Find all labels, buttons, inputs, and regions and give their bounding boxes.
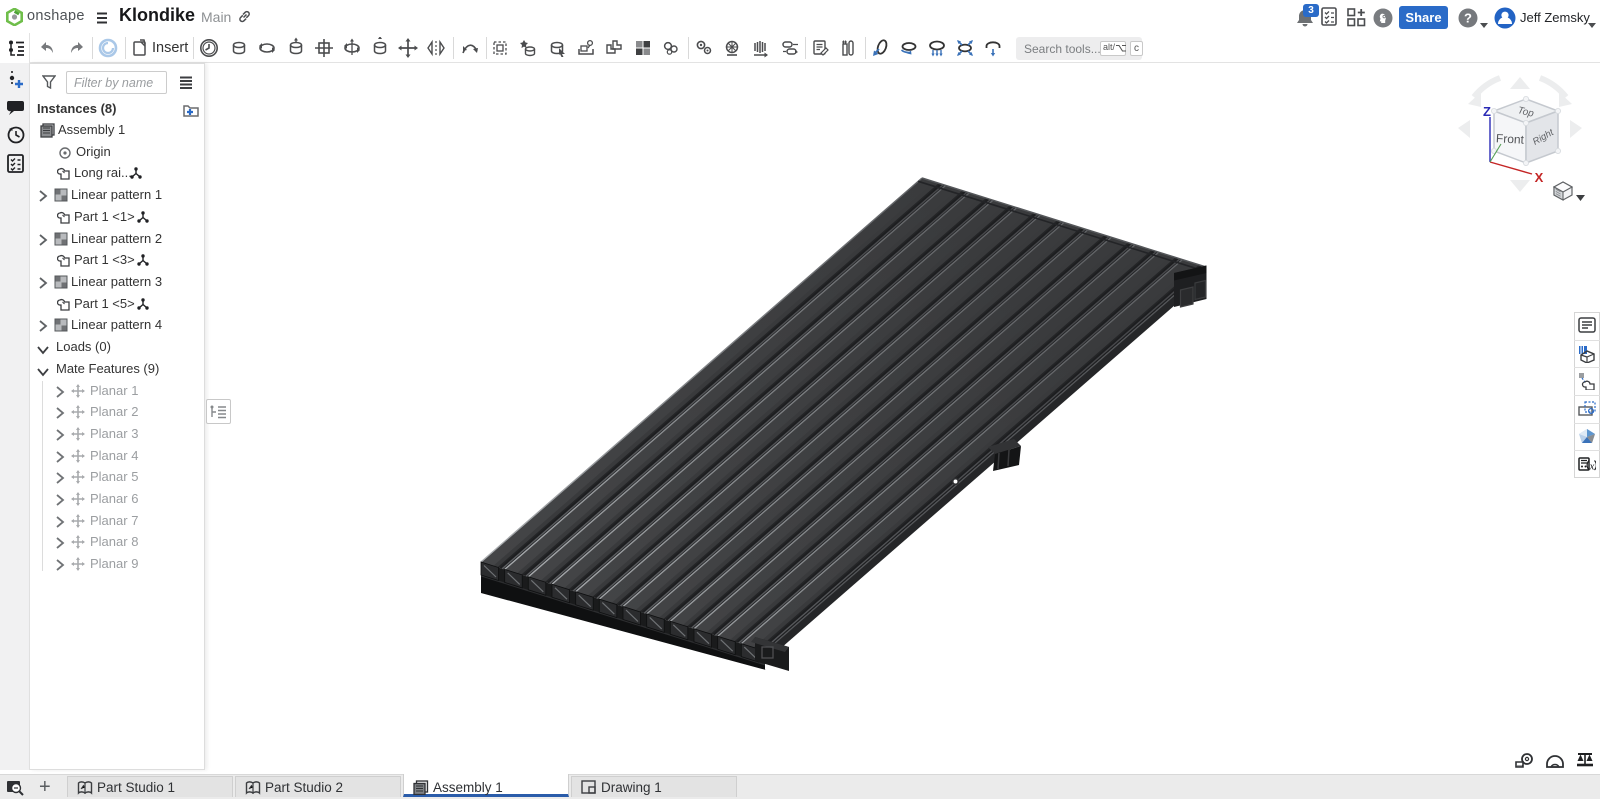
svg-text:Front: Front <box>1496 131 1525 146</box>
svg-text:X: X <box>1535 170 1544 185</box>
svg-text:Z: Z <box>1483 104 1491 119</box>
svg-text:x: x <box>1589 461 1595 473</box>
